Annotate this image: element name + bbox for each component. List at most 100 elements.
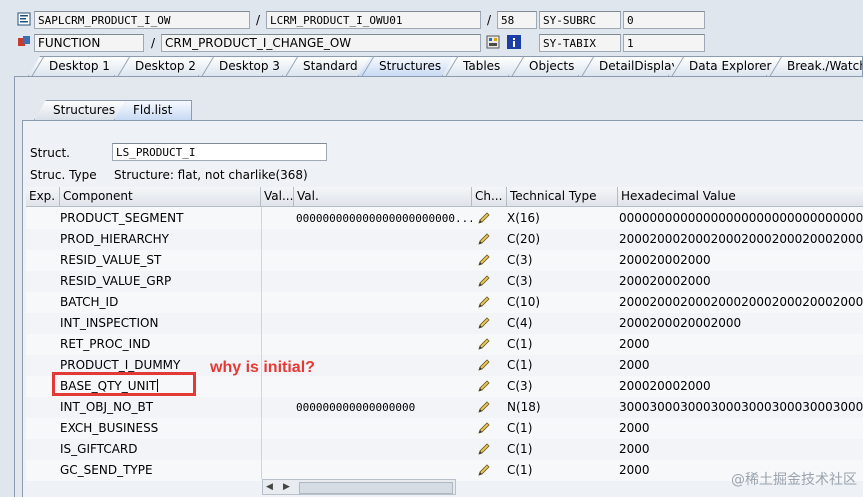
col-change[interactable]: Ch... — [472, 187, 507, 206]
pencil-icon[interactable] — [477, 337, 491, 351]
table-row[interactable]: INT_INSPECTION C(4) 2000200020002000 — [26, 313, 863, 334]
type-field[interactable]: FUNCTION — [34, 34, 144, 52]
sysval-subrc-field[interactable]: 0 — [623, 11, 705, 29]
column-divider — [261, 207, 262, 479]
col-hex-value[interactable]: Hexadecimal Value — [618, 187, 863, 206]
separator: / — [151, 36, 156, 50]
col-val-short[interactable]: Val... — [261, 187, 294, 206]
struct-label: Struct. — [30, 146, 70, 160]
tab-data-explorer[interactable]: Data Explorer — [668, 56, 780, 76]
pencil-icon[interactable] — [477, 211, 491, 225]
main-tabstrip: Desktop 1 Desktop 2 Desktop 3 Standard S… — [14, 56, 863, 76]
col-exp[interactable]: Exp. — [26, 187, 60, 206]
component-cell: PROD_HIERARCHY — [60, 232, 169, 246]
hex-value-cell: 3000300030003000300030003000300030003000… — [619, 400, 863, 414]
struct-type-label: Struc. Type — [30, 168, 97, 182]
subtab-structures[interactable]: Structures — [34, 100, 126, 120]
pencil-icon[interactable] — [477, 421, 491, 435]
pencil-icon[interactable] — [477, 379, 491, 393]
technical-type-cell: C(20) — [507, 232, 541, 246]
pencil-icon[interactable] — [477, 316, 491, 330]
col-val[interactable]: Val. — [294, 187, 472, 206]
scroll-left-icon[interactable]: ◀ — [266, 480, 273, 494]
pencil-icon[interactable] — [477, 442, 491, 456]
pencil-icon[interactable] — [477, 274, 491, 288]
value-cell — [296, 376, 472, 397]
table-row[interactable]: RESID_VALUE_ST C(3) 200020002000 — [26, 250, 863, 271]
program-field[interactable]: SAPLCRM_PRODUCT_I_OW — [34, 11, 250, 29]
function-module-icon[interactable] — [17, 35, 31, 49]
source-code-icon[interactable] — [17, 12, 31, 26]
annotation-highlight-box — [52, 372, 196, 396]
pencil-icon[interactable] — [477, 463, 491, 477]
scroll-right-icon[interactable]: ▶ — [283, 480, 290, 494]
table-row[interactable]: BATCH_ID C(10) 200020002000200020002000200… — [26, 292, 863, 313]
sysvar-tabix-field[interactable]: SY-TABIX — [539, 34, 621, 52]
table-row[interactable]: RET_PROC_IND C(1) 2000 — [26, 334, 863, 355]
watermark: @稀土掘金技术社区 — [731, 472, 857, 488]
component-cell: RESID_VALUE_GRP — [60, 274, 172, 288]
separator: / — [487, 13, 492, 27]
pencil-icon[interactable] — [477, 400, 491, 414]
tab-standard[interactable]: Standard — [282, 56, 372, 76]
pencil-icon[interactable] — [477, 358, 491, 372]
component-cell: RESID_VALUE_ST — [60, 253, 162, 267]
sysval-tabix-field[interactable]: 1 — [623, 34, 705, 52]
technical-type-cell: C(3) — [507, 253, 533, 267]
tool-icon[interactable] — [486, 35, 500, 49]
struct-type-value: Structure: flat, not charlike(368) — [114, 168, 308, 182]
pencil-icon[interactable] — [477, 295, 491, 309]
value-cell — [296, 439, 472, 460]
component-cell: PRODUCT_SEGMENT — [60, 211, 184, 225]
struct-input[interactable]: LS_PRODUCT_I — [112, 143, 327, 161]
tab-break-watch[interactable]: Break./Watch — [766, 56, 863, 76]
hex-value-cell: 2000 — [619, 358, 650, 372]
table-row[interactable]: PRODUCT_SEGMENT 000000000000000000000000.… — [26, 208, 863, 229]
table-row[interactable]: EXCH_BUSINESS C(1) 2000 — [26, 418, 863, 439]
function-name-field[interactable]: CRM_PRODUCT_I_CHANGE_OW — [161, 34, 481, 52]
technical-type-cell: C(4) — [507, 316, 533, 330]
subtab-field-list[interactable]: Fld.list — [114, 100, 192, 120]
pencil-icon[interactable] — [477, 253, 491, 267]
technical-type-cell: C(3) — [507, 274, 533, 288]
component-cell: BATCH_ID — [60, 295, 119, 309]
hex-value-cell: 2000 — [619, 442, 650, 456]
component-cell: INT_OBJ_NO_BT — [60, 400, 154, 414]
sysvar-subrc-field[interactable]: SY-SUBRC — [539, 11, 621, 29]
tab-desktop-2[interactable]: Desktop 2 — [114, 56, 212, 76]
tab-objects[interactable]: Objects — [508, 56, 592, 76]
component-cell: INT_INSPECTION — [60, 316, 159, 330]
value-cell — [296, 355, 472, 376]
pencil-icon[interactable] — [477, 232, 491, 246]
separator: / — [256, 13, 261, 27]
tab-desktop-3[interactable]: Desktop 3 — [198, 56, 296, 76]
col-component[interactable]: Component — [60, 187, 261, 206]
technical-type-cell: C(1) — [507, 463, 533, 477]
include-field[interactable]: LCRM_PRODUCT_I_OWU01 — [266, 11, 481, 29]
component-cell: RET_PROC_IND — [60, 337, 151, 351]
technical-type-cell: C(1) — [507, 421, 533, 435]
line-field[interactable]: 58 — [497, 11, 537, 29]
value-cell — [296, 229, 472, 250]
table-row[interactable]: INT_OBJ_NO_BT 000000000000000000 N(18) 3000… — [26, 397, 863, 418]
hex-value-cell: 200020002000 — [619, 253, 711, 267]
technical-type-cell: X(16) — [507, 211, 540, 225]
col-technical-type[interactable]: Technical Type — [507, 187, 618, 206]
value-cell — [296, 334, 472, 355]
tab-desktop-1[interactable]: Desktop 1 — [28, 56, 128, 76]
horizontal-scrollbar[interactable]: ◀ ▶ — [262, 479, 456, 495]
scroll-thumb[interactable] — [299, 482, 453, 494]
tab-structures[interactable]: Structures — [358, 56, 456, 76]
technical-type-cell: C(3) — [507, 379, 533, 393]
tab-detail-display[interactable]: DetailDisplay — [578, 56, 682, 76]
hex-value-cell: 2000 — [619, 337, 650, 351]
hex-value-cell: 200020002000 — [619, 379, 711, 393]
info-icon[interactable] — [507, 35, 521, 49]
component-cell: GC_SEND_TYPE — [60, 463, 153, 477]
value-cell — [296, 250, 472, 271]
technical-type-cell: C(10) — [507, 295, 541, 309]
table-header: Exp. Component Val... Val. Ch... Technic… — [26, 187, 863, 207]
table-row[interactable]: PROD_HIERARCHY C(20) 200020002000200020002… — [26, 229, 863, 250]
table-row[interactable]: RESID_VALUE_GRP C(3) 200020002000 — [26, 271, 863, 292]
table-row[interactable]: IS_GIFTCARD C(1) 2000 — [26, 439, 863, 460]
